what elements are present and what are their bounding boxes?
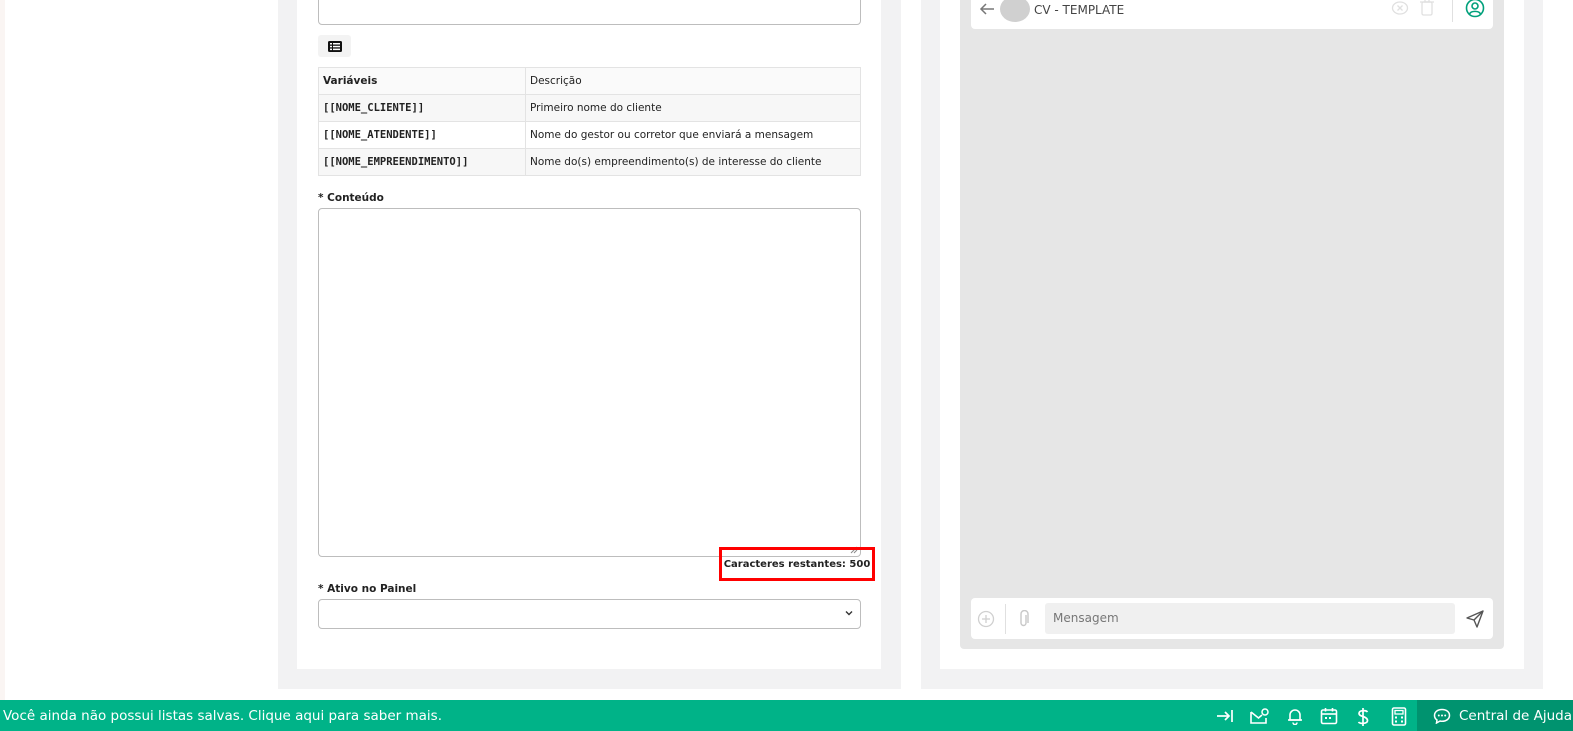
saved-lists-message[interactable]: Você ainda não possui listas salvas. Cli… bbox=[3, 708, 442, 724]
user-circle-icon[interactable] bbox=[1465, 0, 1485, 18]
active-panel-select[interactable] bbox=[318, 599, 861, 629]
table-header-row: Variáveis Descrição bbox=[318, 67, 861, 95]
variable-cell: [[NOME_ATENDENTE]] bbox=[318, 121, 526, 149]
status-bar: Você ainda não possui listas salvas. Cli… bbox=[0, 700, 1573, 731]
trash-icon[interactable] bbox=[1419, 0, 1435, 16]
calculator-icon[interactable] bbox=[1391, 707, 1407, 726]
column-header-description: Descrição bbox=[525, 67, 861, 95]
variables-list-button[interactable] bbox=[318, 35, 351, 57]
chat-composer: Mensagem bbox=[971, 598, 1493, 639]
table-row: [[NOME_CLIENTE]] Primeiro nome do client… bbox=[318, 94, 861, 122]
avatar bbox=[1000, 0, 1030, 22]
help-center-button[interactable]: Central de Ajuda bbox=[1417, 700, 1573, 731]
chat-header: CV - TEMPLATE bbox=[971, 0, 1493, 29]
column-header-variables: Variáveis bbox=[318, 67, 526, 95]
description-cell: Nome do(s) empreendimento(s) de interess… bbox=[525, 148, 861, 176]
left-edge bbox=[0, 0, 5, 700]
top-text-field[interactable] bbox=[318, 0, 861, 25]
message-input[interactable]: Mensagem bbox=[1045, 603, 1455, 634]
composer-divider bbox=[1005, 604, 1006, 634]
variable-cell: [[NOME_CLIENTE]] bbox=[318, 94, 526, 122]
variables-table: Variáveis Descrição [[NOME_CLIENTE]] Pri… bbox=[318, 67, 861, 176]
back-arrow-icon[interactable] bbox=[979, 2, 995, 16]
chat-help-icon bbox=[1433, 708, 1451, 724]
description-cell: Nome do gestor ou corretor que enviará a… bbox=[525, 121, 861, 149]
help-center-label: Central de Ajuda bbox=[1459, 707, 1572, 724]
list-icon bbox=[327, 40, 342, 52]
table-row: [[NOME_ATENDENTE]] Nome do gestor ou cor… bbox=[318, 121, 861, 149]
collapse-icon[interactable] bbox=[1215, 707, 1235, 725]
description-cell: Primeiro nome do cliente bbox=[525, 94, 861, 122]
content-label: * Conteúdo bbox=[318, 192, 384, 204]
add-icon[interactable] bbox=[977, 610, 995, 628]
chat-preview-area bbox=[960, 0, 1504, 649]
header-divider bbox=[1452, 0, 1453, 22]
variable-cell: [[NOME_EMPREENDIMENTO]] bbox=[318, 148, 526, 176]
mail-settings-icon[interactable] bbox=[1249, 707, 1270, 725]
active-panel-label: * Ativo no Painel bbox=[318, 583, 417, 595]
content-textarea[interactable] bbox=[318, 208, 861, 557]
calendar-icon[interactable] bbox=[1320, 707, 1338, 725]
characters-remaining-counter: Caracteres restantes: 500 bbox=[719, 547, 875, 581]
chevron-down-icon bbox=[845, 611, 853, 616]
close-chat-icon[interactable] bbox=[1391, 0, 1409, 16]
paperclip-icon[interactable] bbox=[1018, 610, 1030, 628]
send-icon[interactable] bbox=[1465, 610, 1485, 628]
bell-icon[interactable] bbox=[1286, 707, 1304, 725]
table-row: [[NOME_EMPREENDIMENTO]] Nome do(s) empre… bbox=[318, 148, 861, 176]
chat-title: CV - TEMPLATE bbox=[1034, 3, 1125, 17]
dollar-icon[interactable] bbox=[1356, 707, 1370, 727]
